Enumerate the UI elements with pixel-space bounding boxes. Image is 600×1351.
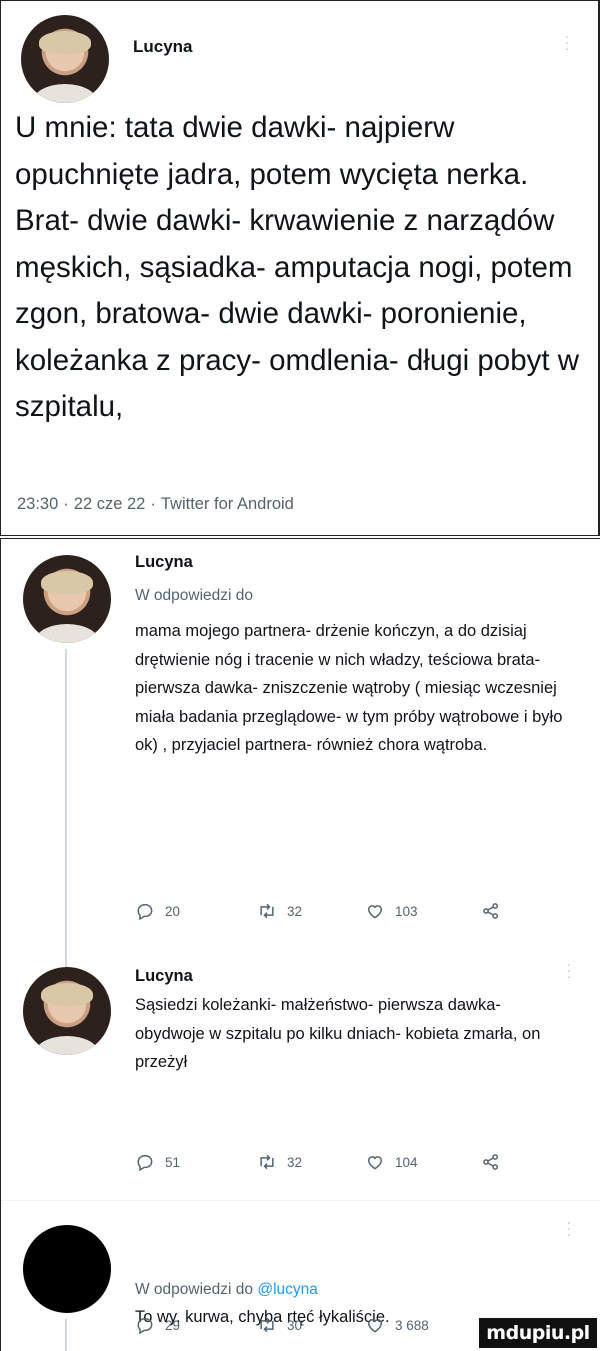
reply-button[interactable]: 29 bbox=[135, 1313, 180, 1337]
retweet-icon bbox=[260, 1154, 274, 1170]
author-name[interactable]: Lucyna bbox=[133, 37, 193, 57]
share-button[interactable] bbox=[481, 899, 501, 923]
more-icon[interactable]: · · · bbox=[564, 29, 570, 55]
retweet-icon bbox=[260, 1317, 274, 1333]
retweet-button[interactable]: 32 bbox=[257, 1150, 302, 1174]
author-avatar[interactable] bbox=[21, 15, 109, 103]
reply-1-text: mama mojego partnera- drżenie kończyn, a… bbox=[135, 622, 563, 755]
share-button[interactable] bbox=[481, 1150, 501, 1174]
like-button[interactable]: 3 688 bbox=[365, 1313, 429, 1337]
reply-1-avatar[interactable] bbox=[23, 555, 111, 643]
like-button[interactable]: 104 bbox=[365, 1150, 418, 1174]
retweet-icon bbox=[260, 903, 274, 919]
retweet-count: 32 bbox=[287, 1154, 303, 1170]
tweet-time: 23:30 bbox=[17, 495, 59, 513]
reply-2-avatar[interactable] bbox=[23, 967, 111, 1055]
retweet-button[interactable]: 32 bbox=[257, 899, 302, 923]
reply-count: 20 bbox=[165, 903, 181, 919]
replies-thread: Lucyna W odpowiedzi do mama mojego partn… bbox=[0, 538, 600, 1351]
retweet-count: 30 bbox=[287, 1317, 303, 1333]
reply-2-actions: 51 32 104 bbox=[135, 1150, 515, 1174]
reply-icon bbox=[137, 1155, 153, 1172]
like-button[interactable]: 103 bbox=[365, 899, 418, 923]
like-count: 3 688 bbox=[395, 1317, 429, 1333]
retweet-count: 32 bbox=[287, 903, 303, 919]
like-count: 104 bbox=[395, 1154, 418, 1170]
more-icon[interactable]: · · · bbox=[566, 1215, 572, 1241]
reply-3-avatar[interactable] bbox=[23, 1225, 111, 1313]
heart-icon bbox=[367, 1156, 383, 1170]
share-icon bbox=[483, 903, 498, 919]
heart-icon bbox=[367, 1319, 383, 1333]
main-tweet: Lucyna · · · U mnie: tata dwie dawki- najp… bbox=[0, 0, 600, 536]
divider bbox=[1, 1200, 600, 1201]
reply-2-author[interactable]: Lucyna bbox=[135, 967, 193, 986]
share-icon bbox=[483, 1154, 498, 1170]
thread-line bbox=[65, 1319, 67, 1351]
reply-3-reply-to: W odpowiedzi do @lucyna bbox=[135, 1281, 318, 1299]
watermark-logo: mdupiu.pl bbox=[478, 1317, 598, 1349]
heart-icon bbox=[367, 905, 383, 919]
reply-3-actions: 29 30 3 688 bbox=[135, 1313, 515, 1337]
like-count: 103 bbox=[395, 903, 418, 919]
reply-icon bbox=[137, 904, 153, 921]
reply-1-author[interactable]: Lucyna bbox=[135, 553, 193, 572]
thread-line bbox=[65, 649, 67, 969]
more-icon[interactable]: · · · bbox=[566, 957, 572, 983]
reply-count: 51 bbox=[165, 1154, 181, 1170]
reply-1-reply-to: W odpowiedzi do bbox=[135, 587, 254, 604]
tweet-date: 22 cze 22 bbox=[73, 495, 146, 513]
tweet-client[interactable]: Twitter for Android bbox=[161, 495, 294, 513]
reply-to-prefix: W odpowiedzi do bbox=[135, 1281, 254, 1298]
tweet-meta: 23:30 · 22 cze 22 · Twitter for Android bbox=[17, 495, 294, 513]
reply-button[interactable]: 20 bbox=[135, 899, 180, 923]
reply-button[interactable]: 51 bbox=[135, 1150, 180, 1174]
reply-1-actions: 20 32 103 bbox=[135, 899, 515, 923]
reply-count: 29 bbox=[165, 1317, 181, 1333]
tweet-text: U mnie: tata dwie dawki- najpierw opuchn… bbox=[15, 111, 580, 423]
mention-link[interactable]: @lucyna bbox=[257, 1281, 318, 1298]
retweet-button[interactable]: 30 bbox=[257, 1313, 302, 1337]
reply-icon bbox=[137, 1318, 153, 1335]
reply-2-text: Sąsiedzi koleżanki- małżeństwo- pierwsza… bbox=[135, 996, 541, 1072]
